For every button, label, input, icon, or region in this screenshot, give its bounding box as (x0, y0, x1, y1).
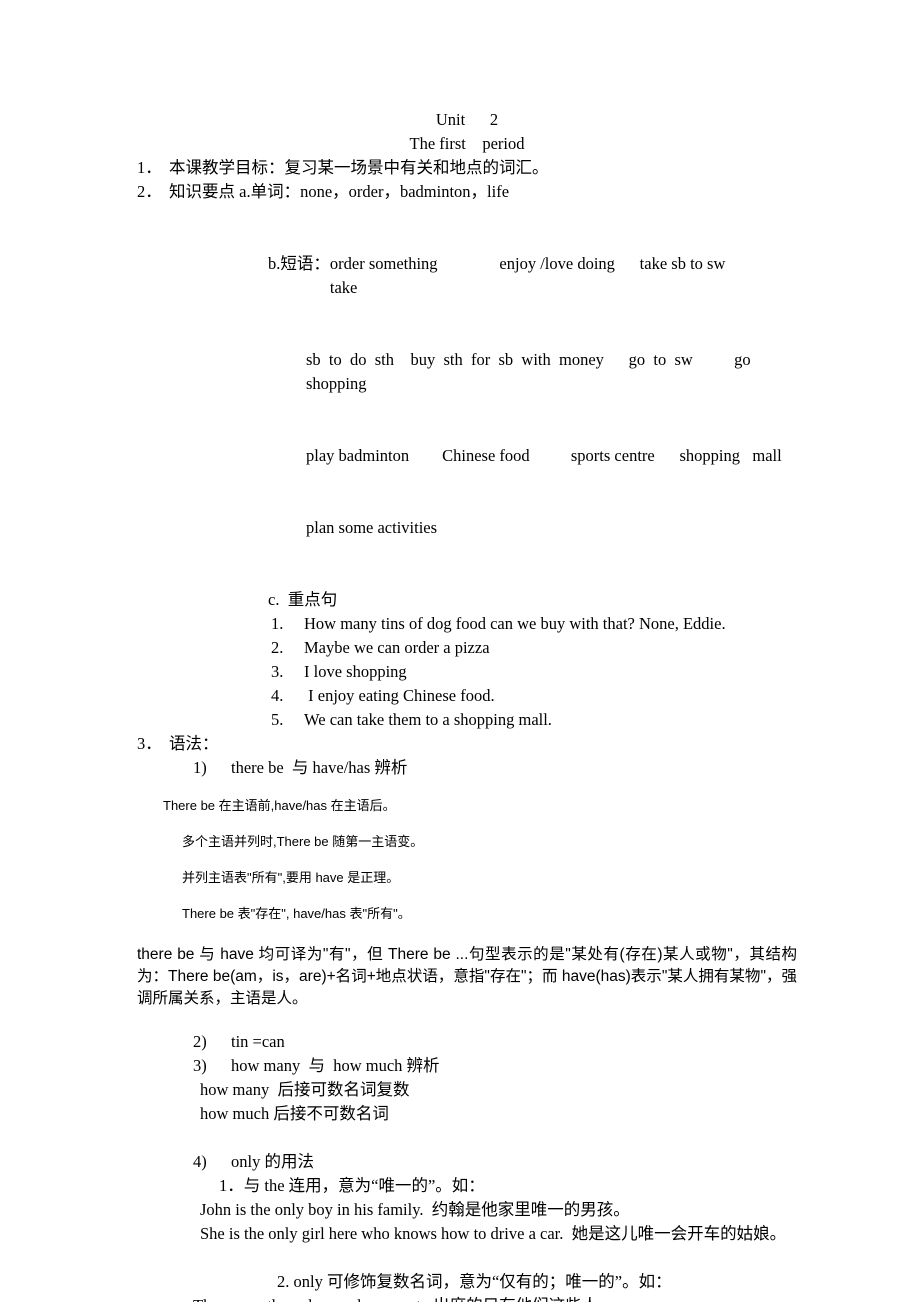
only-point-1: 1．与 the 连用，意为“唯一的”。如： (219, 1176, 485, 1195)
section-3-marker: 3． (137, 734, 162, 753)
section-2-lead: 知识要点 a.单词：none，order，badminton，life (169, 182, 510, 201)
phrase-line-1: order something enjoy /love doing take s… (329, 254, 775, 297)
grammar-item-3-line-2: how much 后接不可数名词 (200, 1104, 389, 1123)
only-point-1-example-1: John is the only boy in his family. 约翰是他… (200, 1200, 630, 1219)
key-sentence-marker: 2. (271, 638, 284, 657)
grammar-item-3-row: 3) how many 与 how much 辨析 (137, 1054, 797, 1078)
grammar-item-3-text: how many 与 how much 辨析 (231, 1056, 440, 1075)
phrase-line-2: sb to do sth buy sth for sb with money g… (306, 350, 759, 393)
grammar-item-2-row: 2) tin =can (137, 1030, 797, 1054)
only-point-2: 2. only 可修饰复数名词，意为“仅有的；唯一的”。如： (277, 1272, 672, 1291)
grammar-item-1-marker: 1) (193, 758, 207, 777)
grammar-item-1-row: 1) there be 与 have/has 辨析 (137, 756, 797, 780)
phrase-line-4: plan some activities (306, 518, 438, 537)
grammar-note-2: 多个主语并列时,There be 随第一主语变。 (182, 834, 424, 849)
only-point-1-example-2: She is the only girl here who knows how … (200, 1224, 787, 1243)
sentences-label: c. 重点句 (268, 590, 338, 609)
phrase-line-3: play badminton Chinese food sports centr… (306, 446, 782, 465)
key-sentence-text: I love shopping (304, 662, 407, 681)
grammar-item-3-line-1: how many 后接可数名词复数 (200, 1080, 410, 1099)
title-line-period: The first period (409, 134, 525, 153)
grammar-item-4-row: 4) only 的用法 (137, 1150, 797, 1174)
section-3-title: 语法： (169, 734, 219, 753)
section-1-text: 本课教学目标：复习某一场景中有关和地点的词汇。 (169, 158, 549, 177)
key-sentence-row: 4. I enjoy eating Chinese food. (137, 684, 797, 708)
section-1-row: 1． 本课教学目标：复习某一场景中有关和地点的词汇。 (137, 156, 797, 180)
key-sentence-row: 5. We can take them to a shopping mall. (137, 708, 797, 732)
phrases-first-row: b.短语： order something enjoy /love doing … (268, 252, 797, 300)
key-sentence-marker: 3. (271, 662, 284, 681)
key-sentence-row: 1. How many tins of dog food can we buy … (137, 612, 797, 636)
grammar-item-3-marker: 3) (193, 1056, 207, 1075)
document-title-block: Unit 2 The first period (137, 108, 797, 156)
key-sentence-text: How many tins of dog food can we buy wit… (304, 614, 726, 633)
key-sentence-text: We can take them to a shopping mall. (304, 710, 552, 729)
section-1-marker: 1． (137, 158, 162, 177)
grammar-note-3: 并列主语表"所有",要用 have 是正理。 (182, 870, 400, 885)
key-sentence-row: 2. Maybe we can order a pizza (137, 636, 797, 660)
key-sentence-text: Maybe we can order a pizza (304, 638, 490, 657)
key-sentence-marker: 4. (271, 686, 284, 705)
key-sentence-row: 3. I love shopping (137, 660, 797, 684)
grammar-item-4-text: only 的用法 (231, 1152, 314, 1171)
grammar-item-2-text: tin =can (231, 1032, 285, 1051)
grammar-item-1-text: there be 与 have/has 辨析 (231, 758, 408, 777)
grammar-item-4-marker: 4) (193, 1152, 207, 1171)
only-point-2-example-1: They were the only people present. 出席的只有… (137, 1294, 797, 1302)
key-sentence-marker: 5. (271, 710, 284, 729)
key-sentence-marker: 1. (271, 614, 284, 633)
section-2-marker: 2． (137, 182, 162, 201)
section-2-row: 2． 知识要点 a.单词：none，order，badminton，life (137, 180, 797, 204)
key-sentence-text: I enjoy eating Chinese food. (304, 686, 495, 705)
title-line-unit: Unit 2 (435, 110, 499, 129)
grammar-item-2-marker: 2) (193, 1032, 207, 1051)
phrases-block: b.短语： order something enjoy /love doing … (137, 204, 797, 588)
document-page: Unit 2 The first period 1． 本课教学目标：复习某一场景… (0, 0, 920, 1302)
grammar-note-4: There be 表"存在", have/has 表"所有"。 (182, 906, 411, 921)
grammar-explanation-paragraph: there be 与 have 均可译为"有"，但 There be ...句型… (137, 946, 797, 1007)
phrases-label: b.短语： (268, 254, 330, 273)
document-content: Unit 2 The first period 1． 本课教学目标：复习某一场景… (137, 108, 797, 1302)
grammar-note-1: There be 在主语前,have/has 在主语后。 (163, 798, 396, 813)
section-3-row: 3． 语法： (137, 732, 797, 756)
